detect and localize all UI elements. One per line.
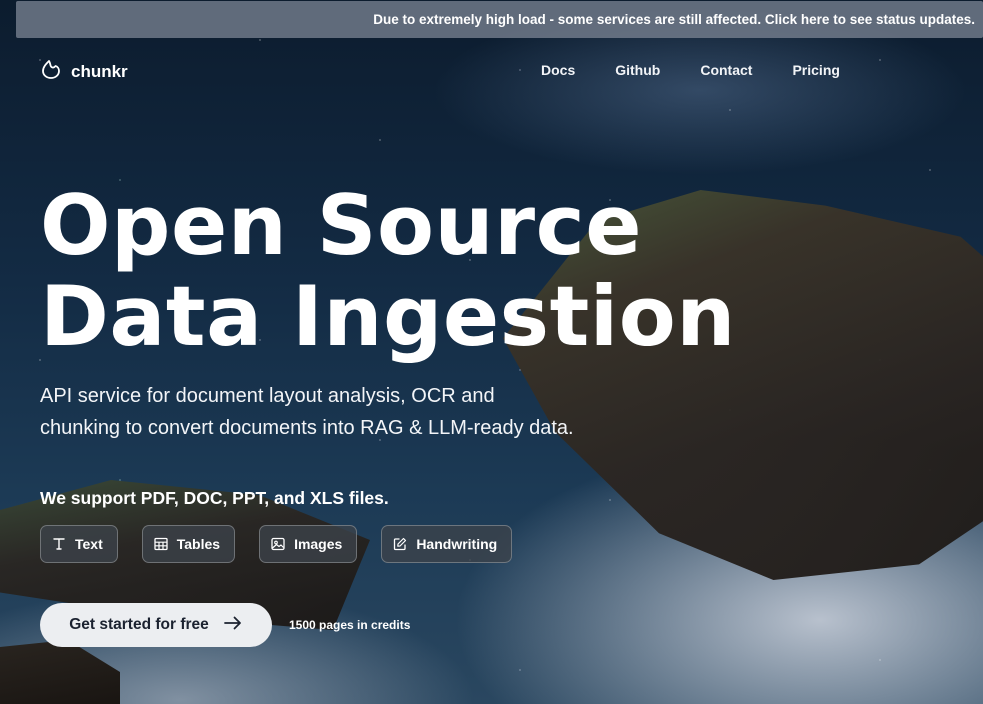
chip-handwriting[interactable]: Handwriting [381,525,513,563]
get-started-label: Get started for free [69,616,209,633]
nav-link-docs[interactable]: Docs [541,62,575,78]
table-icon [153,536,169,552]
status-banner[interactable]: Due to extremely high load - some servic… [16,1,983,38]
chip-tables[interactable]: Tables [141,525,236,563]
top-nav: chunkr Docs Github Contact Pricing [0,50,983,90]
chip-label: Handwriting [416,536,498,552]
cta-row: Get started for free 1500 pages in credi… [40,603,410,647]
chip-images[interactable]: Images [259,525,358,563]
hero-title-line-1: Open Source [40,177,643,274]
chip-label: Tables [176,536,221,552]
supported-formats: We support PDF, DOC, PPT, and XLS files. [40,488,389,508]
chunkr-logo-icon [40,58,62,85]
arrow-right-icon [223,615,243,636]
status-banner-text: Due to extremely high load - some servic… [373,12,975,27]
edit-icon [392,536,408,552]
brand-logo[interactable]: chunkr [40,58,128,85]
credits-note: 1500 pages in credits [289,618,411,632]
text-icon [51,536,67,552]
feature-chips: Text Tables Images Handwriting [40,525,513,563]
image-icon [270,536,286,552]
chip-text[interactable]: Text [40,525,118,563]
nav-links: Docs Github Contact Pricing [541,62,880,78]
hero-title-line-2: Data Ingestion [40,268,736,365]
chip-label: Images [294,536,343,552]
nav-link-github[interactable]: Github [615,62,660,78]
nav-link-pricing[interactable]: Pricing [792,62,839,78]
hero-heading: Open Source Data Ingestion [40,180,736,362]
get-started-button[interactable]: Get started for free [40,603,272,647]
nav-link-contact[interactable]: Contact [700,62,752,78]
chip-label: Text [75,536,103,552]
hero-subtitle: API service for document layout analysis… [40,385,574,439]
brand-name: chunkr [71,61,128,81]
